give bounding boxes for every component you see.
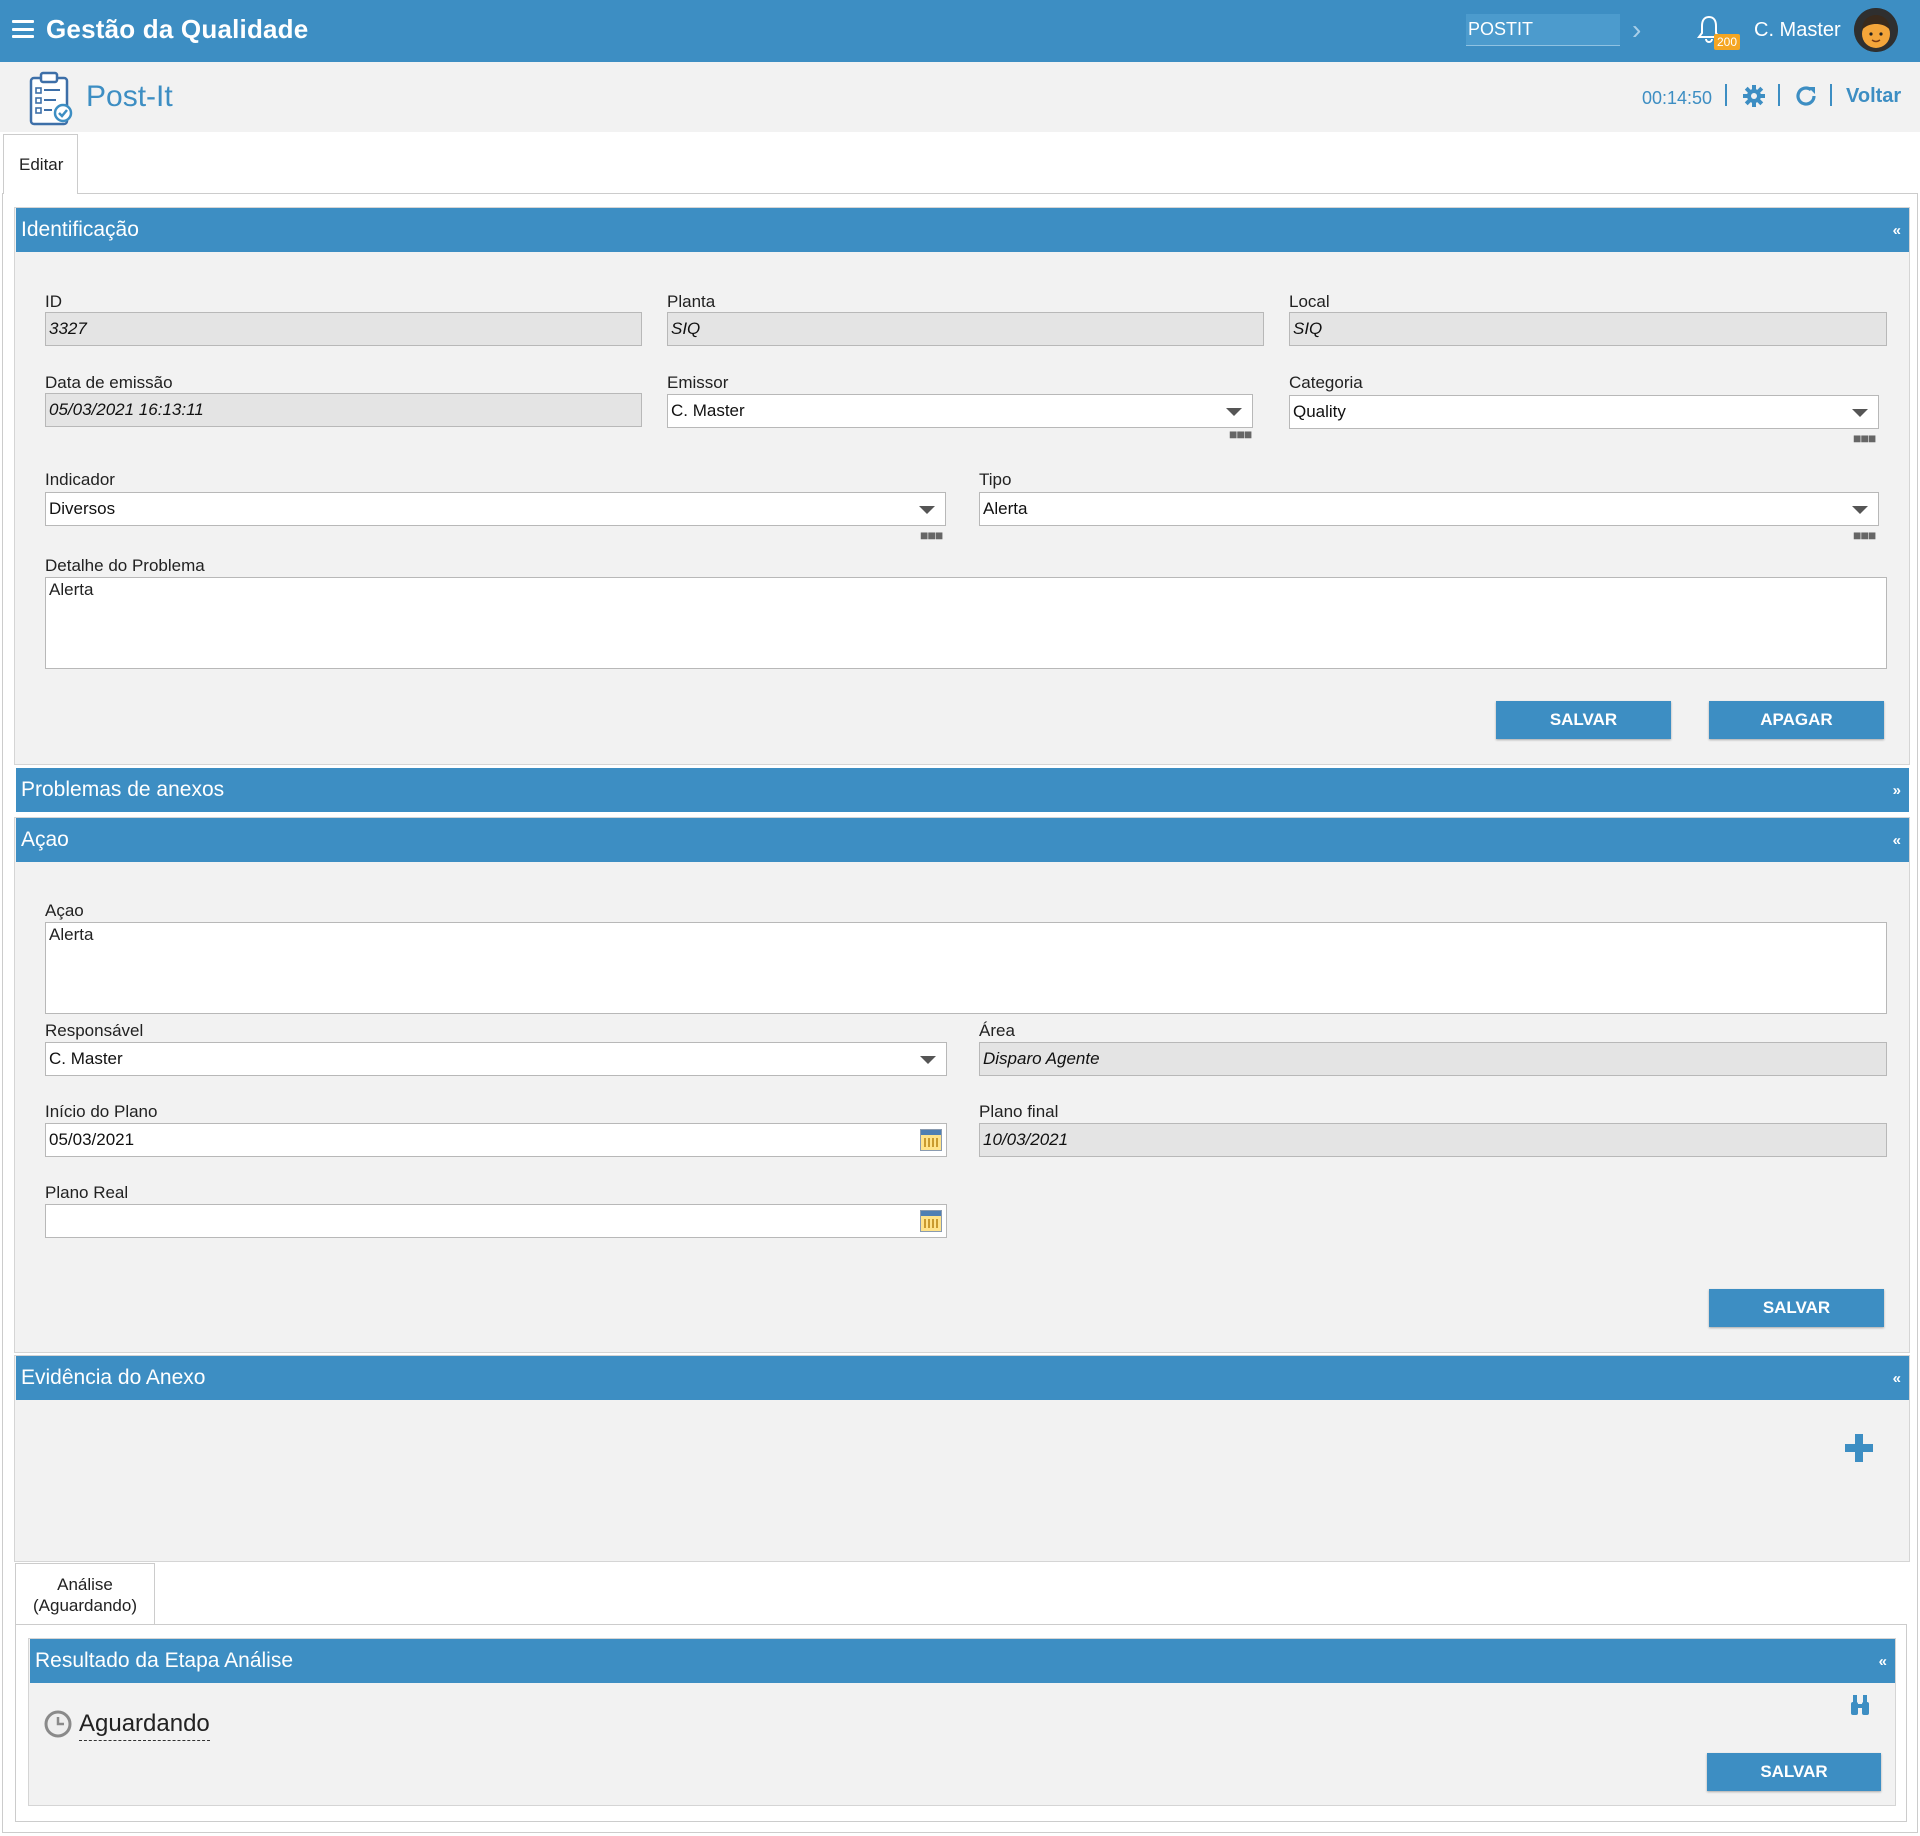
categoria-select[interactable]: Quality bbox=[1289, 395, 1879, 429]
responsavel-value: C. Master bbox=[49, 1049, 123, 1068]
plano-real-field[interactable] bbox=[45, 1204, 947, 1238]
section-acao bbox=[14, 817, 1910, 1353]
module-search-input[interactable] bbox=[1466, 14, 1620, 46]
collapse-icon[interactable]: « bbox=[1879, 1653, 1887, 1670]
avatar[interactable] bbox=[1854, 8, 1898, 52]
inicio-plano-value: 05/03/2021 bbox=[49, 1130, 135, 1149]
section-header-resultado[interactable]: Resultado da Etapa Análise « bbox=[30, 1639, 1895, 1683]
hamburger-icon[interactable] bbox=[12, 20, 34, 38]
chevron-down-icon[interactable] bbox=[1852, 409, 1868, 417]
section-title: Problemas de anexos bbox=[21, 778, 225, 801]
calendar-icon[interactable] bbox=[920, 1210, 942, 1232]
more-options-icon[interactable]: ■■■ bbox=[1853, 430, 1876, 446]
planta-label: Planta bbox=[667, 292, 716, 311]
save-acao-button[interactable]: SALVAR bbox=[1709, 1289, 1884, 1327]
detalhe-label: Detalhe do Problema bbox=[45, 556, 205, 575]
collapse-icon[interactable]: « bbox=[1893, 222, 1901, 239]
plano-final-label: Plano final bbox=[979, 1102, 1059, 1121]
local-label: Local bbox=[1289, 292, 1330, 311]
data-emissao-label: Data de emissão bbox=[45, 373, 173, 392]
emissor-select[interactable]: C. Master bbox=[667, 394, 1253, 428]
tab-analise[interactable]: Análise (Aguardando) bbox=[15, 1563, 155, 1625]
back-link[interactable]: Voltar bbox=[1846, 85, 1901, 108]
categoria-label: Categoria bbox=[1289, 373, 1363, 392]
responsavel-select[interactable]: C. Master bbox=[45, 1042, 947, 1076]
section-header-acao[interactable]: Açao « bbox=[16, 818, 1909, 862]
chevron-down-icon[interactable] bbox=[1226, 408, 1242, 416]
section-title: Resultado da Etapa Análise bbox=[35, 1649, 294, 1672]
gear-icon[interactable] bbox=[1742, 84, 1766, 108]
planta-field: SIQ bbox=[667, 312, 1264, 346]
app-title: Gestão da Qualidade bbox=[46, 14, 309, 44]
more-options-icon[interactable]: ■■■ bbox=[920, 527, 943, 543]
divider bbox=[1778, 84, 1780, 106]
categoria-value: Quality bbox=[1293, 402, 1346, 421]
plano-final-field: 10/03/2021 bbox=[979, 1123, 1887, 1157]
detalhe-textarea[interactable]: Alerta bbox=[45, 577, 1887, 669]
plus-icon[interactable] bbox=[1843, 1432, 1875, 1464]
tab-analise-status: (Aguardando) bbox=[33, 1596, 137, 1615]
binoculars-icon[interactable] bbox=[1848, 1694, 1872, 1716]
responsavel-label: Responsável bbox=[45, 1021, 144, 1040]
section-header-evidencia[interactable]: Evidência do Anexo « bbox=[16, 1356, 1909, 1400]
id-field: 3327 bbox=[45, 312, 642, 346]
emissor-label: Emissor bbox=[667, 373, 729, 392]
section-title: Evidência do Anexo bbox=[21, 1366, 206, 1389]
tab-editar[interactable]: Editar bbox=[3, 134, 78, 194]
calendar-icon[interactable] bbox=[920, 1129, 942, 1151]
acao-label: Açao bbox=[45, 901, 84, 920]
divider bbox=[1725, 84, 1727, 106]
acao-textarea[interactable]: Alerta bbox=[45, 922, 1887, 1014]
section-identificacao bbox=[14, 207, 1910, 765]
collapse-icon[interactable]: « bbox=[1893, 1370, 1901, 1387]
section-title: Açao bbox=[21, 828, 69, 851]
page-title: Post-It bbox=[86, 80, 173, 113]
section-header-identificacao[interactable]: Identificação « bbox=[16, 208, 1909, 252]
refresh-icon[interactable] bbox=[1794, 84, 1818, 108]
more-options-icon[interactable]: ■■■ bbox=[1229, 426, 1252, 442]
more-options-icon[interactable]: ■■■ bbox=[1853, 527, 1876, 543]
delete-button[interactable]: APAGAR bbox=[1709, 701, 1884, 739]
data-emissao-field: 05/03/2021 16:13:11 bbox=[45, 393, 642, 427]
save-button[interactable]: SALVAR bbox=[1496, 701, 1671, 739]
expand-icon[interactable]: » bbox=[1893, 782, 1901, 799]
indicador-label: Indicador bbox=[45, 470, 115, 489]
indicador-select[interactable]: Diversos bbox=[45, 492, 946, 526]
indicador-value: Diversos bbox=[49, 499, 116, 518]
inicio-plano-field[interactable]: 05/03/2021 bbox=[45, 1123, 947, 1157]
save-resultado-button[interactable]: SALVAR bbox=[1707, 1753, 1881, 1791]
clock-icon bbox=[44, 1710, 72, 1738]
divider bbox=[1830, 84, 1832, 106]
area-field: Disparo Agente bbox=[979, 1042, 1887, 1076]
chevron-right-icon[interactable]: › bbox=[1632, 14, 1641, 46]
id-label: ID bbox=[45, 292, 62, 311]
user-name[interactable]: C. Master bbox=[1754, 19, 1841, 42]
plano-real-label: Plano Real bbox=[45, 1183, 129, 1202]
tipo-label: Tipo bbox=[979, 470, 1012, 489]
chevron-down-icon[interactable] bbox=[920, 1056, 936, 1064]
section-title: Identificação bbox=[21, 218, 139, 241]
clipboard-icon bbox=[29, 71, 73, 126]
emissor-value: C. Master bbox=[671, 401, 745, 420]
collapse-icon[interactable]: « bbox=[1893, 832, 1901, 849]
inicio-plano-label: Início do Plano bbox=[45, 1102, 158, 1121]
section-header-anexos[interactable]: Problemas de anexos » bbox=[16, 768, 1909, 812]
local-field: SIQ bbox=[1289, 312, 1887, 346]
notification-badge: 200 bbox=[1714, 34, 1741, 50]
chevron-down-icon[interactable] bbox=[919, 506, 935, 514]
page-header bbox=[0, 62, 1920, 132]
tab-analise-title: Análise bbox=[57, 1575, 113, 1594]
tipo-select[interactable]: Alerta bbox=[979, 492, 1879, 526]
area-label: Área bbox=[979, 1021, 1015, 1040]
top-bar: Gestão da Qualidade › 200 C. Master bbox=[0, 0, 1920, 62]
tipo-value: Alerta bbox=[983, 499, 1028, 518]
status-aguardando[interactable]: Aguardando bbox=[79, 1710, 210, 1741]
chevron-down-icon[interactable] bbox=[1852, 506, 1868, 514]
session-timer: 00:14:50 bbox=[1642, 88, 1713, 108]
